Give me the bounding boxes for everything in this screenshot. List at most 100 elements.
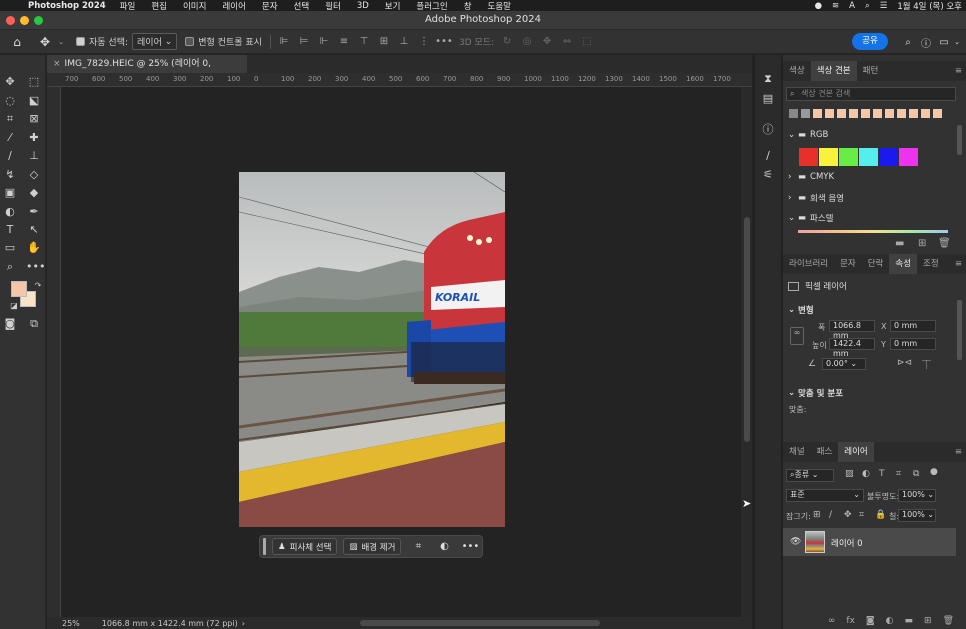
distribute-icon[interactable]: ≡ [337,36,351,48]
tab-paragraph[interactable]: 단락 [862,254,890,274]
swatch-group-grayscale[interactable]: › ▬ 회색 음영 [788,192,844,204]
dodge-tool-icon[interactable]: ◐ [2,205,18,219]
record-icon[interactable]: ● [815,1,822,11]
menu-filter[interactable]: 필터 [325,0,341,12]
filter-toggle-icon[interactable]: ● [930,467,938,477]
more-icon[interactable]: ••• [462,541,480,553]
document-tab-close-icon[interactable]: × [53,59,61,69]
share-button[interactable]: 공유 [852,33,888,50]
wifi-icon[interactable]: ≋ [832,1,839,11]
search-icon[interactable]: ⌕ [901,36,915,48]
new-layer-icon[interactable]: ⊞ [924,616,932,626]
menu-view[interactable]: 보기 [385,0,401,12]
add-mask-icon[interactable]: ◙ [866,616,875,626]
panel-menu-icon[interactable]: ≡ [955,259,962,269]
eyedropper-icon[interactable]: ⁄ [2,131,18,145]
menu-window[interactable]: 창 [464,0,472,12]
tab-channels[interactable]: 채널 [783,442,811,462]
more-tools-icon[interactable]: ••• [26,260,45,274]
tab-paths[interactable]: 패스 [811,442,839,462]
filter-smart-icon[interactable]: ⧉ [913,469,919,479]
y-field[interactable]: 0 mm [890,338,936,350]
control-center-icon[interactable]: ☰ [880,1,888,11]
clock[interactable]: 1월 4일 (목) 오후 [897,0,962,12]
recent-swatch[interactable] [789,109,798,118]
filter-shape-icon[interactable]: ⌗ [896,469,901,479]
x-field[interactable]: 0 mm [890,320,936,332]
filter-type-icon[interactable]: T [879,469,885,479]
height-field[interactable]: 1422.4 mm [829,338,875,358]
align-left-icon[interactable]: ⊫ [277,36,291,48]
foreground-color-swatch[interactable] [11,281,27,297]
link-layers-icon[interactable]: ∞ [828,616,836,626]
hand-tool-icon[interactable]: ✋ [26,241,42,255]
menu-file[interactable]: 파일 [120,0,136,12]
zoom-tool-icon[interactable]: ⌕ [2,260,18,274]
gradient-icon[interactable]: ▣ [2,186,18,200]
recent-swatch[interactable] [909,109,918,118]
menu-type[interactable]: 문자 [262,0,278,12]
recent-swatch[interactable] [885,109,894,118]
blur-tool-icon[interactable]: ◆ [26,186,42,200]
filter-adjustment-icon[interactable]: ◐ [862,469,870,479]
opacity-field[interactable]: 100% ⌄ [898,489,936,502]
swatches-scrollbar[interactable] [957,125,962,155]
align-right-icon[interactable]: ⊩ [317,36,331,48]
object-select-icon[interactable]: ⬕ [26,94,42,108]
heal-brush-icon[interactable]: ✚ [26,131,42,145]
lock-transparent-icon[interactable]: ⊞ [813,510,821,520]
select-subject-button[interactable]: ♟ 피사체 선택 [272,538,338,555]
chevron-down-icon[interactable]: ⌄ [950,36,964,48]
align-center-icon[interactable]: ⊨ [297,36,311,48]
home-icon[interactable]: ⌂ [10,35,24,49]
menu-select[interactable]: 선택 [294,0,310,12]
marquee-tool-icon[interactable]: ⬚ [26,75,42,89]
tab-layers[interactable]: 레이어 [838,442,874,462]
crop-icon[interactable]: ⌗ [411,541,425,553]
tab-adjustments[interactable]: 조정 [917,254,945,274]
eye-icon[interactable]: 👁 [790,537,801,547]
adjustment-icon[interactable]: ◐ [437,541,451,553]
properties-scrollbar[interactable] [957,300,962,360]
angle-field[interactable]: 0.00° ⌄ [822,358,866,370]
drag-handle[interactable] [263,538,266,555]
transform-controls-checkbox[interactable]: 변형 컨트롤 표시 [185,35,262,48]
move-tool-icon[interactable]: ✥ [2,75,18,89]
recent-swatch[interactable] [861,109,870,118]
distribute-vertical-icon[interactable]: ⋮ [417,36,431,48]
recent-swatch[interactable] [873,109,882,118]
recent-swatch[interactable] [921,109,930,118]
document-info[interactable]: 1066.8 mm x 1422.4 mm (72 ppi) [102,619,238,628]
rgb-swatch[interactable] [839,148,858,166]
help-icon[interactable]: ⓘ [919,36,933,50]
new-swatch-icon[interactable]: ⊞ [918,238,926,249]
filter-pixel-icon[interactable]: ▨ [845,469,854,479]
vertical-scrollbar-thumb[interactable] [744,217,750,442]
stamp-tool-icon[interactable]: ⊥ [26,149,42,163]
tab-swatches[interactable]: 색상 견본 [810,61,857,81]
horizontal-scrollbar-thumb[interactable] [360,620,600,626]
menu-3d[interactable]: 3D [357,1,369,11]
tab-patterns[interactable]: 패턴 [857,61,885,81]
transform-section-header[interactable]: ⌄ 변형 [788,304,814,316]
trash-icon[interactable]: 🗑 [938,238,951,249]
menu-image[interactable]: 이미지 [183,0,206,12]
align-middle-icon[interactable]: ⊞ [377,36,391,48]
brush-settings-icon[interactable]: ⚟ [760,168,776,182]
tab-character[interactable]: 문자 [834,254,862,274]
layer-name[interactable]: 레이어 0 [831,537,863,549]
new-group-icon[interactable]: ▬ [905,616,914,626]
input-source-icon[interactable]: A [849,1,855,11]
app-menu[interactable]: Photoshop 2024 [28,1,106,11]
tab-color[interactable]: 색상 [783,61,811,81]
swatch-search-input[interactable]: ⌕ 색상 견본 검색 [786,87,956,101]
tab-libraries[interactable]: 라이브러리 [783,254,834,274]
swatch-group-cmyk[interactable]: › ▬ CMYK [788,172,834,182]
layer-row[interactable]: 👁 레이어 0 [783,528,956,556]
panel-menu-icon[interactable]: ≡ [955,66,962,76]
recent-swatch[interactable] [849,109,858,118]
lock-position-icon[interactable]: ✥ [844,510,852,520]
menu-layer[interactable]: 레이어 [222,0,245,12]
move-tool-icon[interactable]: ✥ [38,35,52,49]
brush-tool-icon[interactable]: ∕ [2,149,18,163]
